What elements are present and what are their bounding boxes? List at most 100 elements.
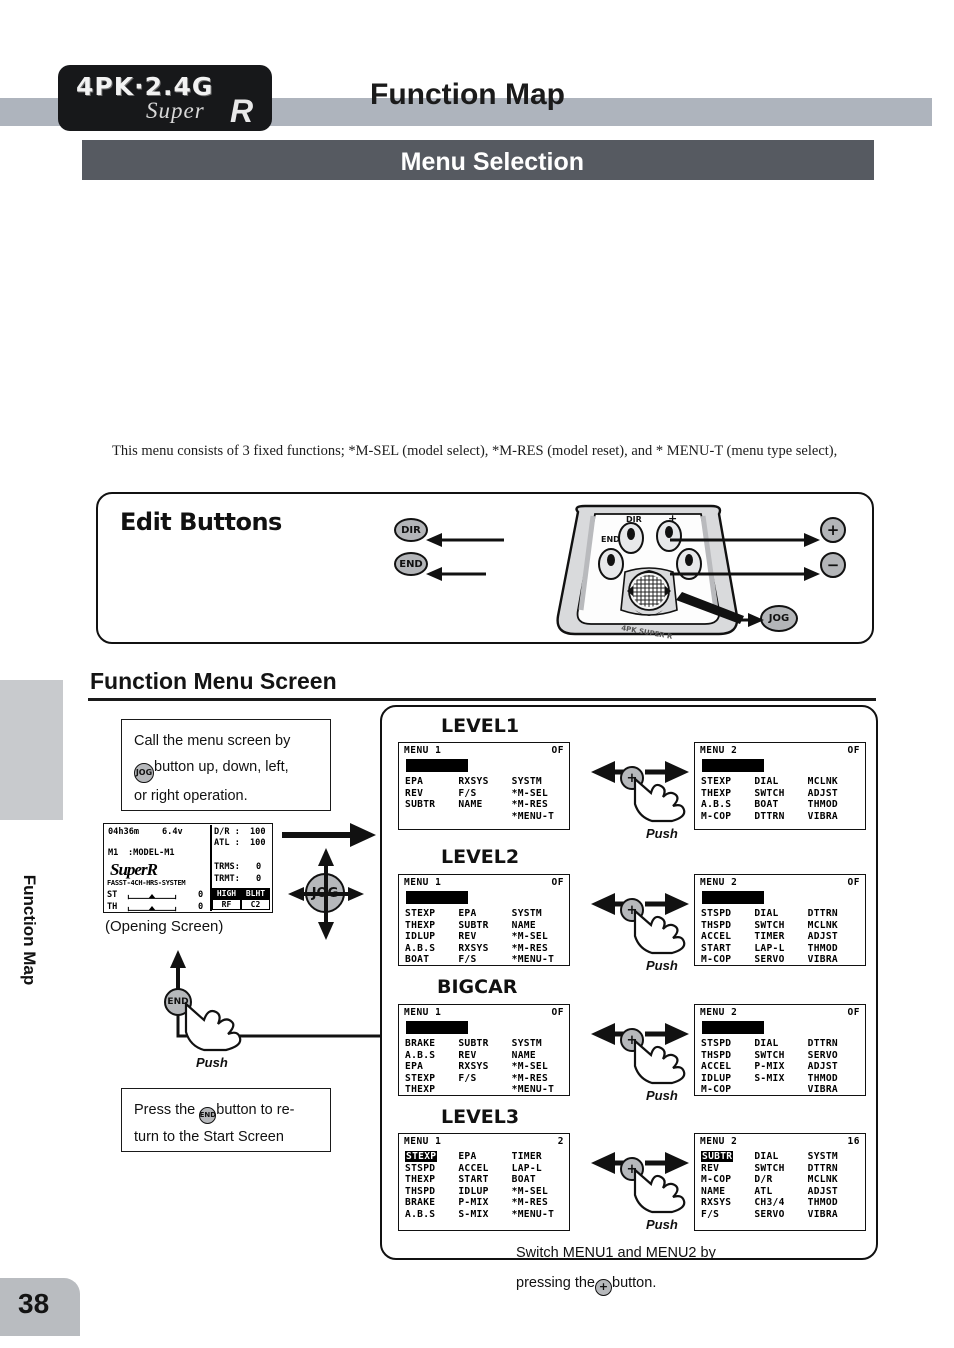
menu-item[interactable]: DIAL	[754, 776, 807, 788]
menu-item[interactable]: VIBRA	[808, 1209, 861, 1221]
menu-item[interactable]: SUBTR	[405, 799, 458, 811]
menu-item[interactable]: MCLNK	[808, 920, 861, 932]
menu-item[interactable]: CH3/4	[754, 1197, 807, 1209]
menu-item[interactable]: SUBTR	[458, 1038, 511, 1050]
menu-item[interactable]: A.B.S	[405, 1050, 458, 1062]
menu-item[interactable]: START	[458, 1174, 511, 1186]
menu-item[interactable]: VIBRA	[808, 1084, 861, 1096]
menu-item[interactable]: THEXP	[405, 1174, 458, 1186]
menu-item[interactable]: BRAKE	[405, 1038, 458, 1050]
menu-item[interactable]: *MENU-T	[512, 954, 565, 966]
menu-item[interactable]: A.B.S	[701, 799, 754, 811]
menu-item[interactable]: ACCEL	[458, 1163, 511, 1175]
menu-item[interactable]: *M-RES	[512, 1197, 565, 1209]
menu-item[interactable]: BOAT	[405, 954, 458, 966]
menu-item[interactable]: *MENU-T	[512, 1209, 565, 1221]
menu-item[interactable]: *MENU-T	[512, 1084, 565, 1096]
menu-item[interactable]: SUBTR	[458, 920, 511, 932]
menu-item[interactable]: M-COP	[701, 1174, 754, 1186]
menu-item[interactable]: STSPD	[405, 1163, 458, 1175]
menu-item[interactable]: M-COP	[701, 1084, 754, 1096]
menu-item[interactable]: P-MIX	[458, 1197, 511, 1209]
menu-item[interactable]: THMOD	[808, 1073, 861, 1085]
menu-item[interactable]: ADJST	[808, 1061, 861, 1073]
menu-item[interactable]: M-COP	[701, 811, 754, 823]
menu-item[interactable]: *M-SEL	[512, 1061, 565, 1073]
menu-item[interactable]: ADJST	[808, 931, 861, 943]
menu-item[interactable]: RXSYS	[458, 943, 511, 955]
menu-item[interactable]: ADJST	[808, 788, 861, 800]
menu-item[interactable]: F/S	[701, 1209, 754, 1221]
menu-item[interactable]: EPA	[405, 776, 458, 788]
menu-item[interactable]: REV	[458, 931, 511, 943]
menu-item[interactable]: ADJST	[808, 1186, 861, 1198]
menu-item[interactable]: BOAT	[512, 1174, 565, 1186]
menu-item[interactable]: *M-SEL	[512, 788, 565, 800]
menu-item[interactable]: LAP-L	[512, 1163, 565, 1175]
menu-item[interactable]: NAME	[512, 1050, 565, 1062]
menu-item[interactable]: SWTCH	[754, 788, 807, 800]
menu-item[interactable]: *M-RES	[512, 799, 565, 811]
menu-item[interactable]: *M-SEL	[512, 931, 565, 943]
menu-item[interactable]: *MENU-T	[512, 811, 565, 823]
menu-item[interactable]: STEXP	[405, 908, 458, 920]
menu-item[interactable]: THEXP	[405, 920, 458, 932]
menu-item[interactable]: SERVO	[754, 1209, 807, 1221]
menu-item[interactable]: TIMER	[754, 931, 807, 943]
menu-item[interactable]: VIBRA	[808, 954, 861, 966]
menu-item-selected[interactable]: SUBTR	[701, 1151, 734, 1162]
menu-item[interactable]: D/R	[754, 1174, 807, 1186]
menu-item[interactable]: *M-SEL	[512, 1186, 565, 1198]
menu-item[interactable]: STSPD	[701, 1038, 754, 1050]
menu-item[interactable]: NAME	[701, 1186, 754, 1198]
menu-item[interactable]: DTTRN	[808, 908, 861, 920]
menu-item[interactable]: RXSYS	[701, 1197, 754, 1209]
menu-item[interactable]: SYSTM	[512, 908, 565, 920]
menu-item[interactable]: DTTRN	[754, 811, 807, 823]
menu-item[interactable]: IDLUP	[405, 931, 458, 943]
menu-item[interactable]: EPA	[458, 908, 511, 920]
menu-item[interactable]: LAP-L	[754, 943, 807, 955]
menu-item[interactable]: REV	[701, 1163, 754, 1175]
menu-item[interactable]: SYSTM	[512, 1038, 565, 1050]
menu-item[interactable]: A.B.S	[405, 943, 458, 955]
menu-item[interactable]: F/S	[458, 954, 511, 966]
menu-item[interactable]: THMOD	[808, 1197, 861, 1209]
menu-item[interactable]: SERVO	[808, 1050, 861, 1062]
menu-item[interactable]: EPA	[405, 1061, 458, 1073]
menu-item[interactable]: NAME	[512, 920, 565, 932]
menu-item[interactable]: TIMER	[512, 1151, 565, 1163]
menu-item[interactable]: STEXP	[405, 1073, 458, 1085]
menu-item[interactable]: VIBRA	[808, 811, 861, 823]
menu-item[interactable]: THMOD	[808, 943, 861, 955]
menu-item-selected[interactable]: STEXP	[405, 1151, 438, 1162]
menu-item[interactable]: S-MIX	[458, 1209, 511, 1221]
menu-item[interactable]: EPA	[458, 1151, 511, 1163]
menu-item[interactable]: START	[701, 943, 754, 955]
menu-item[interactable]: DTTRN	[808, 1163, 861, 1175]
menu-item[interactable]: ACCEL	[701, 1061, 754, 1073]
menu-item[interactable]: F/S	[458, 1073, 511, 1085]
menu-item[interactable]: M-COP	[701, 954, 754, 966]
menu-item[interactable]: DIAL	[754, 1151, 807, 1163]
menu-item[interactable]: RXSYS	[458, 1061, 511, 1073]
menu-item[interactable]: A.B.S	[405, 1209, 458, 1221]
menu-item[interactable]: STEXP	[701, 776, 754, 788]
menu-item[interactable]: *M-RES	[512, 1073, 565, 1085]
menu-item[interactable]: SWTCH	[754, 1050, 807, 1062]
menu-item[interactable]: SUBTR	[701, 1151, 754, 1163]
menu-item[interactable]: MCLNK	[808, 1174, 861, 1186]
menu-item[interactable]: DTTRN	[808, 1038, 861, 1050]
menu-item[interactable]: THMOD	[808, 799, 861, 811]
menu-item[interactable]: BOAT	[754, 799, 807, 811]
menu-item[interactable]: S-MIX	[754, 1073, 807, 1085]
menu-item[interactable]: STSPD	[701, 908, 754, 920]
menu-item[interactable]: THSPD	[701, 1050, 754, 1062]
menu-item[interactable]: SYSTM	[512, 776, 565, 788]
menu-item[interactable]: SERVO	[754, 954, 807, 966]
menu-item[interactable]: SWTCH	[754, 920, 807, 932]
menu-item[interactable]: REV	[458, 1050, 511, 1062]
menu-item[interactable]: STEXP	[405, 1151, 458, 1163]
menu-item[interactable]: SWTCH	[754, 1163, 807, 1175]
menu-item[interactable]: IDLUP	[458, 1186, 511, 1198]
